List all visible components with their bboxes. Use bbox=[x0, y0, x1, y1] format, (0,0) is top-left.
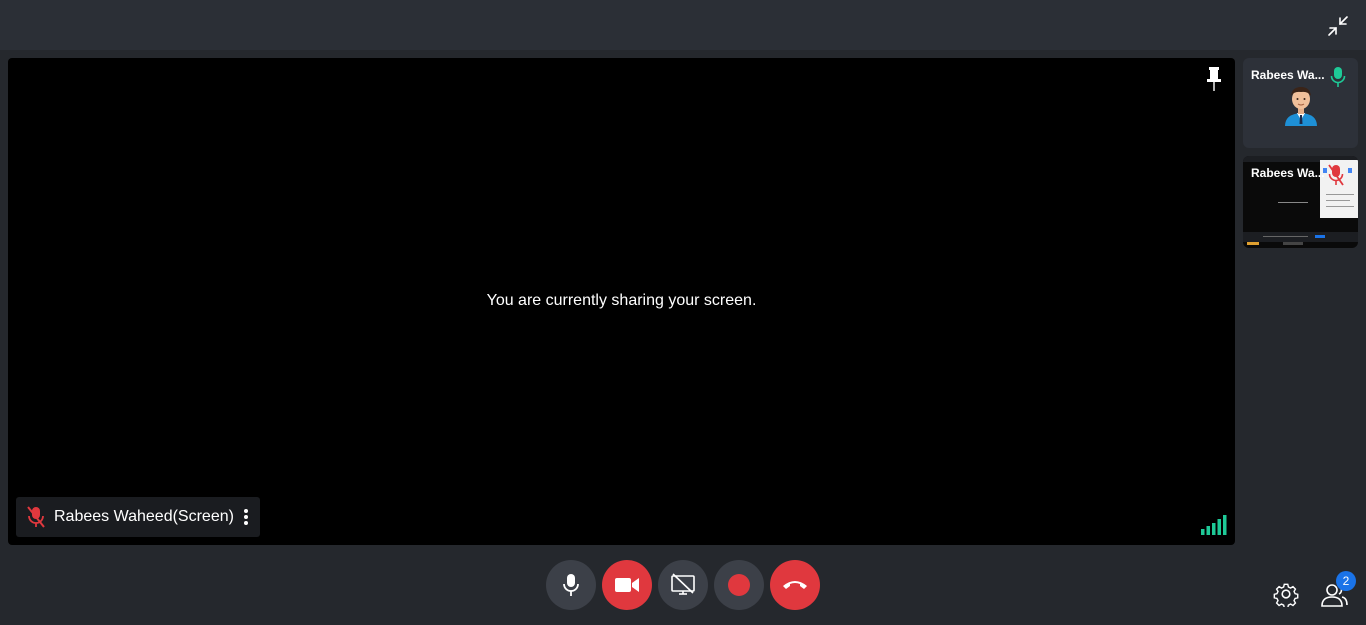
signal-strength-icon bbox=[1201, 515, 1227, 535]
top-bar bbox=[0, 0, 1366, 50]
screen-share-tile[interactable]: Rabees Wa... bbox=[1243, 156, 1358, 248]
screen-share-message: You are currently sharing your screen. bbox=[486, 292, 757, 309]
participant-count-badge: 2 bbox=[1336, 571, 1356, 591]
participant-tile[interactable]: Rabees Wa... bbox=[1243, 58, 1358, 148]
pin-icon[interactable] bbox=[1205, 66, 1223, 92]
main-video-stage: You are currently sharing your screen. R… bbox=[8, 58, 1235, 545]
stop-screen-share-icon bbox=[671, 573, 695, 595]
mic-muted-icon bbox=[27, 506, 45, 528]
hang-up-icon bbox=[783, 581, 807, 589]
record-button[interactable] bbox=[714, 560, 764, 610]
camera-icon bbox=[615, 578, 639, 592]
microphone-button[interactable] bbox=[546, 560, 596, 610]
camera-button[interactable] bbox=[602, 560, 652, 610]
presenter-name-tag: Rabees Waheed(Screen) bbox=[16, 497, 260, 537]
settings-icon[interactable] bbox=[1273, 581, 1299, 607]
screen-share-button[interactable] bbox=[658, 560, 708, 610]
more-vertical-icon[interactable] bbox=[240, 507, 252, 527]
mic-muted-icon bbox=[1328, 164, 1344, 186]
participant-name: Rabees Wa... bbox=[1251, 166, 1325, 180]
mic-on-icon bbox=[1330, 67, 1346, 87]
record-icon bbox=[728, 574, 750, 596]
mic-icon bbox=[563, 574, 579, 596]
presenter-name-label: Rabees Waheed(Screen) bbox=[54, 508, 234, 525]
leave-call-button[interactable] bbox=[770, 560, 820, 610]
avatar bbox=[1285, 87, 1317, 126]
participant-sidebar: Rabees Wa... Rabees Wa... bbox=[1243, 58, 1358, 248]
exit-fullscreen-icon[interactable] bbox=[1326, 14, 1350, 38]
participant-name: Rabees Wa... bbox=[1251, 68, 1325, 82]
call-controls bbox=[546, 560, 820, 610]
